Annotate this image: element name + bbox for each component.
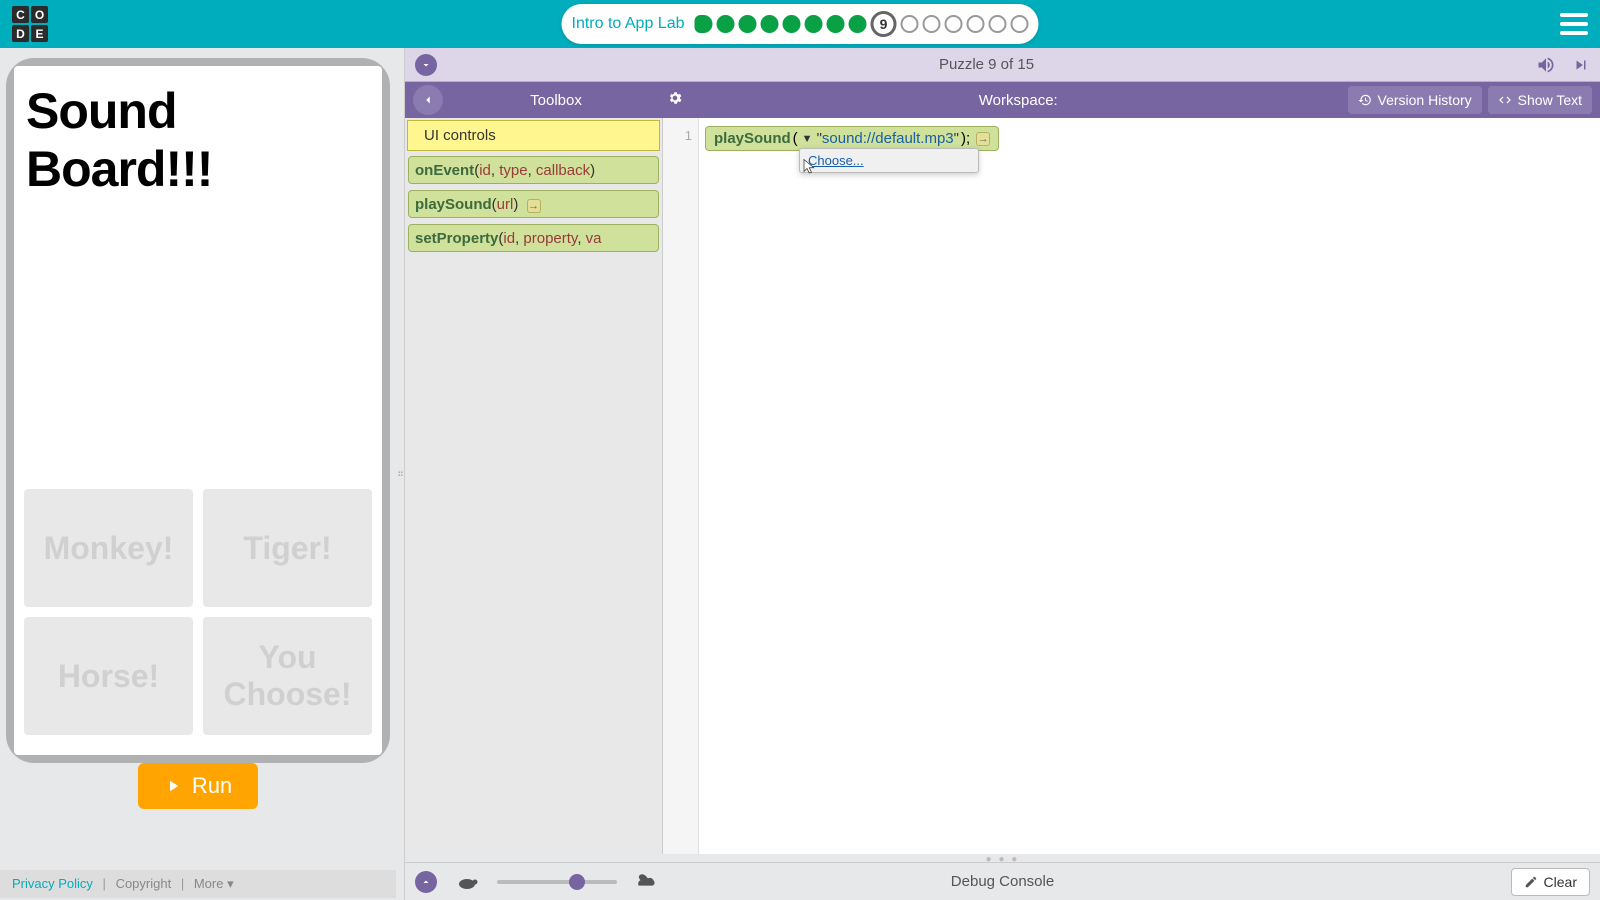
step-bubble-done[interactable] <box>738 15 756 33</box>
step-bubble-todo[interactable] <box>988 15 1006 33</box>
instructions-bar: Puzzle 9 of 15 <box>405 48 1600 82</box>
sound-button-monkey[interactable]: Monkey! <box>24 489 193 607</box>
toolbox-label: Toolbox <box>451 92 661 109</box>
footer-more[interactable]: More ▾ <box>194 876 234 891</box>
step-bubble-todo[interactable] <box>922 15 940 33</box>
clear-button-label: Clear <box>1544 874 1577 890</box>
step-bubble-done[interactable] <box>782 15 800 33</box>
step-bubble-done[interactable] <box>760 15 778 33</box>
sound-icon[interactable] <box>1536 55 1556 75</box>
param-dropdown-icon[interactable]: ▼ <box>802 133 813 145</box>
version-history-button[interactable]: Version History <box>1348 86 1482 114</box>
phone-preview-panel: Sound Board!!! Monkey! Tiger! Horse! You… <box>0 48 396 900</box>
sound-picker-dropdown[interactable]: Choose... <box>799 148 979 173</box>
step-bubble-todo[interactable] <box>944 15 962 33</box>
sound-button-you-choose[interactable]: You Choose! <box>203 617 372 735</box>
clear-console-button[interactable]: Clear <box>1511 868 1590 896</box>
step-bubble-todo[interactable] <box>966 15 984 33</box>
run-button-label: Run <box>192 773 232 799</box>
puzzle-number-label: Puzzle 9 of 15 <box>437 56 1536 73</box>
code-org-logo[interactable]: CODE <box>12 6 48 42</box>
toolbox-block-playsound[interactable]: playSound(url) → <box>408 190 659 218</box>
step-bubble-todo[interactable] <box>1010 15 1028 33</box>
speed-slider[interactable] <box>497 880 617 884</box>
debug-expand-icon[interactable] <box>415 871 437 893</box>
sound-url-param[interactable]: sound://default.mp3 <box>822 130 954 147</box>
debug-console-bar: Debug Console Clear <box>405 862 1600 900</box>
line-number-gutter: 1 <box>663 118 699 854</box>
app-title-label: Sound Board!!! <box>26 82 372 198</box>
workspace-label: Workspace: <box>689 92 1348 109</box>
run-button[interactable]: Run <box>138 763 258 809</box>
block-fn-name: playSound <box>714 130 791 147</box>
show-text-button[interactable]: Show Text <box>1488 86 1592 114</box>
toolbox-settings-icon[interactable] <box>661 90 689 110</box>
slider-thumb[interactable] <box>569 874 585 890</box>
sound-button-tiger[interactable]: Tiger! <box>203 489 372 607</box>
step-bubble-done[interactable] <box>826 15 844 33</box>
code-workspace[interactable]: 1 playSound( ▼ "sound://default.mp3" ); … <box>663 118 1600 854</box>
toolbox-category-ui-controls[interactable]: UI controls <box>407 120 660 151</box>
collapse-instructions-icon[interactable] <box>415 54 437 76</box>
step-bubble-done[interactable] <box>804 15 822 33</box>
version-history-label: Version History <box>1378 92 1472 108</box>
rabbit-speed-icon <box>635 871 657 893</box>
phone-frame: Sound Board!!! Monkey! Tiger! Horse! You… <box>6 58 390 763</box>
toolbox-block-setproperty[interactable]: setProperty(id, property, va <box>408 224 659 252</box>
step-bubble-done[interactable] <box>848 15 866 33</box>
progress-bubbles: 9 <box>694 11 1028 37</box>
copyright-link[interactable]: Copyright <box>116 876 172 891</box>
workspace-header-bar: Toolbox Workspace: Version History Show … <box>405 82 1600 118</box>
turtle-speed-icon <box>455 874 479 890</box>
toolbox-panel: UI controls onEvent(id, type, callback) … <box>405 118 663 854</box>
show-text-label: Show Text <box>1518 92 1582 108</box>
play-icon <box>164 777 182 795</box>
top-nav-bar: CODE Intro to App Lab 9 <box>0 0 1600 48</box>
step-bubble-done[interactable] <box>716 15 734 33</box>
footer-links: Privacy Policy | Copyright | More ▾ <box>0 870 396 898</box>
step-bubble-current[interactable]: 9 <box>870 11 896 37</box>
step-bubble-done[interactable] <box>694 15 712 33</box>
lesson-progress-pill: Intro to App Lab 9 <box>562 4 1039 44</box>
lesson-title: Intro to App Lab <box>572 15 685 33</box>
hamburger-menu-icon[interactable] <box>1560 13 1588 35</box>
mouse-cursor-icon <box>801 156 819 178</box>
debug-console-label: Debug Console <box>951 873 1054 890</box>
toolbox-back-icon[interactable] <box>413 85 443 115</box>
sound-button-horse[interactable]: Horse! <box>24 617 193 735</box>
phone-screen: Sound Board!!! Monkey! Tiger! Horse! You… <box>14 66 382 755</box>
block-expand-icon[interactable]: → <box>976 132 990 146</box>
vertical-splitter[interactable]: ⠿ <box>396 48 404 900</box>
toolbox-block-onevent[interactable]: onEvent(id, type, callback) <box>408 156 659 184</box>
privacy-link[interactable]: Privacy Policy <box>12 876 93 891</box>
step-bubble-todo[interactable] <box>900 15 918 33</box>
play-forward-icon[interactable] <box>1572 56 1590 74</box>
